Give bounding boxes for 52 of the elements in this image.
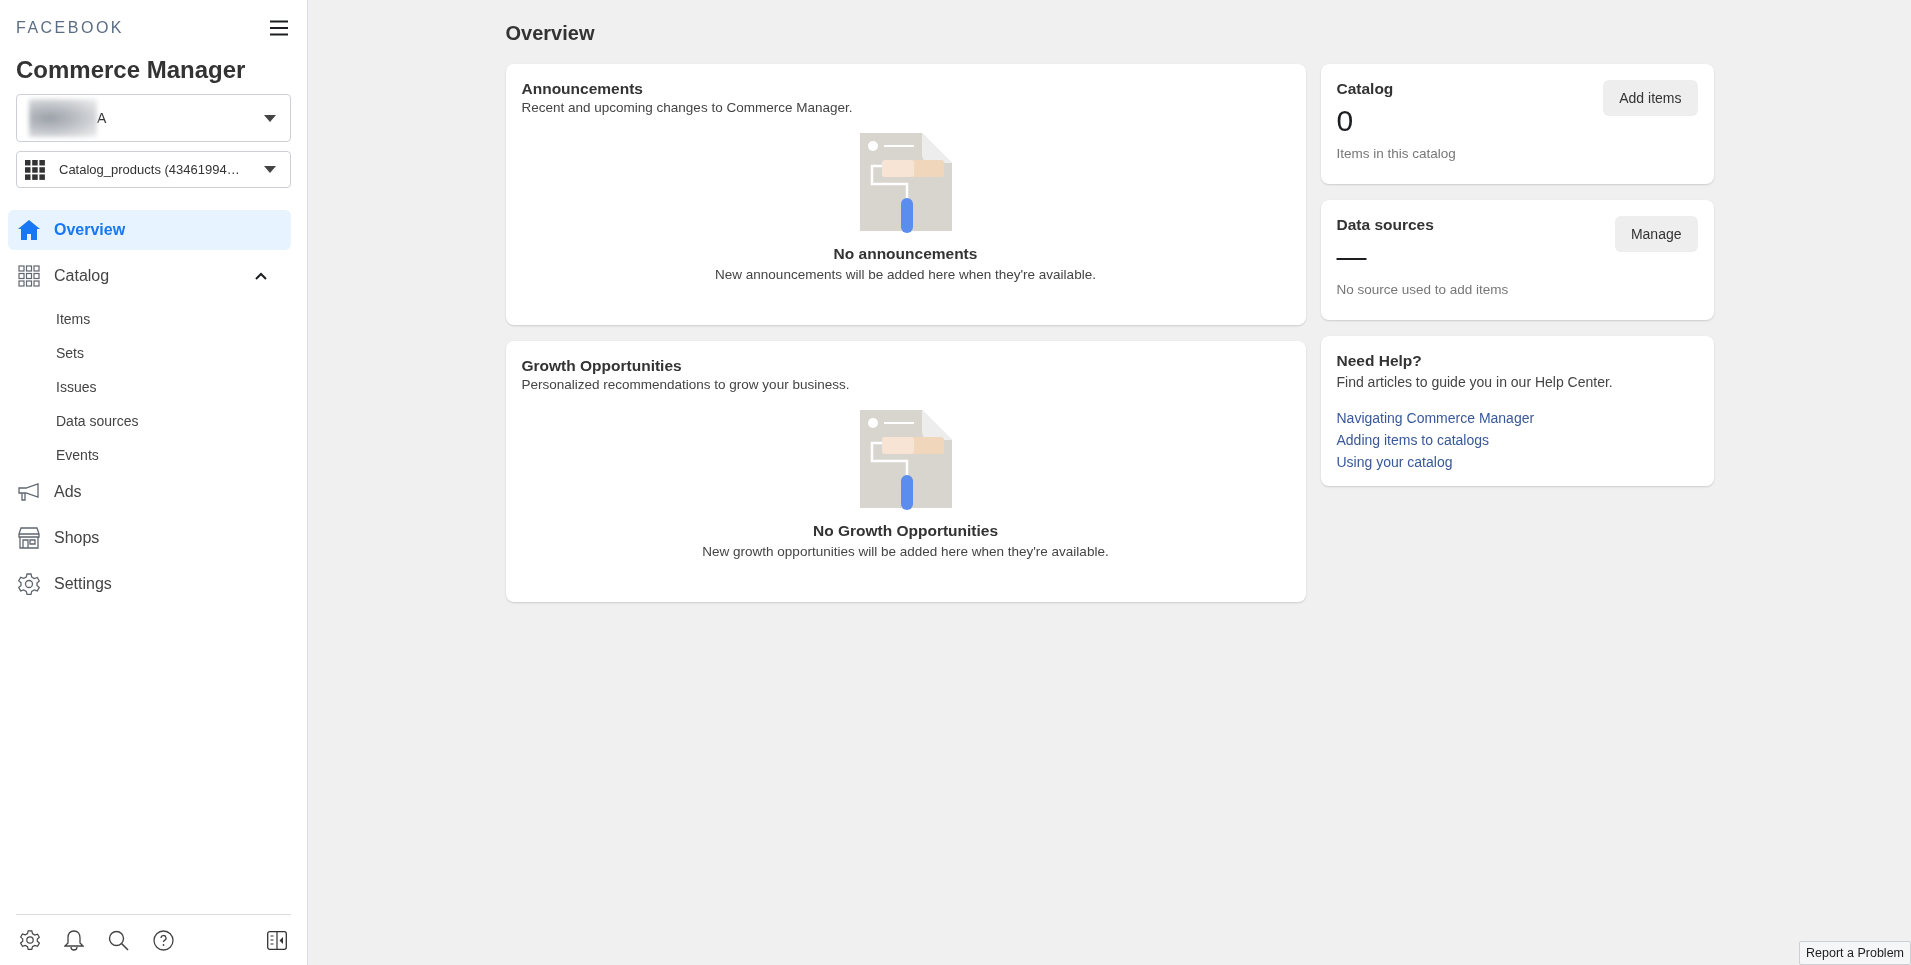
help-icon[interactable]	[153, 929, 174, 951]
stat-value: 0	[1336, 104, 1355, 139]
card-title: Data sources	[1336, 216, 1435, 234]
nav-item[interactable]: Shops	[8, 518, 291, 558]
card-title: Need Help?	[1336, 352, 1423, 370]
nav-item[interactable]: Overview	[8, 210, 291, 250]
empty-state-title: No announcements	[833, 245, 978, 263]
card-subtitle: Recent and upcoming changes to Commerce Manager.	[521, 100, 854, 115]
caret-icon	[264, 114, 276, 122]
help-link[interactable]: Adding items to catalogs	[1336, 432, 1490, 448]
avatar-placeholder	[29, 99, 97, 137]
card-action-button[interactable]: Add items	[1603, 80, 1698, 116]
account-dropdown[interactable]: A	[16, 94, 291, 142]
nav-subitem[interactable]: Items	[8, 302, 291, 336]
help-link[interactable]: Navigating Commerce Manager	[1336, 410, 1535, 426]
card-title: Announcements	[521, 80, 644, 98]
card-action-button[interactable]: Manage	[1614, 216, 1698, 252]
nav-item[interactable]: Catalog	[8, 256, 291, 296]
caret-icon	[264, 166, 276, 173]
grid-icon	[25, 159, 45, 180]
grid-icon	[18, 265, 40, 287]
card-title: Catalog	[1336, 80, 1395, 98]
catalog-dropdown[interactable]: Catalog_products (43461994…	[16, 151, 291, 188]
nav-subitem[interactable]: Events	[8, 438, 291, 472]
report-problem-button[interactable]: Report a Problem	[1799, 941, 1911, 965]
storefront-icon	[18, 527, 40, 549]
stat-caption: No source used to add items	[1336, 282, 1510, 297]
nav-subitem[interactable]: Issues	[8, 370, 291, 404]
brand-logo: FACEBOOK	[16, 19, 125, 37]
menu-icon[interactable]	[269, 20, 289, 36]
stat-caption: Items in this catalog	[1336, 146, 1457, 161]
nav-item[interactable]: Settings	[8, 564, 291, 604]
nav-subitem[interactable]: Sets	[8, 336, 291, 370]
megaphone-icon	[18, 483, 40, 501]
home-icon	[18, 220, 40, 240]
search-icon[interactable]	[108, 929, 129, 951]
settings-icon[interactable]	[20, 930, 40, 950]
page-title: Overview	[505, 22, 596, 45]
help-link[interactable]: Using your catalog	[1336, 454, 1453, 470]
empty-state-text: New announcements will be added here when they're available.	[715, 267, 1096, 282]
settings-icon	[18, 573, 40, 595]
nav-item[interactable]: Ads	[8, 472, 291, 512]
nav-subitem[interactable]: Data sources	[8, 404, 291, 438]
card-subtitle: Find articles to guide you in our Help Center.	[1336, 374, 1614, 390]
empty-state-title: No Growth Opportunities	[812, 522, 999, 540]
card-subtitle: Personalized recommendations to grow your business.	[521, 377, 851, 392]
notifications-icon[interactable]	[64, 929, 84, 951]
stat-value: —	[1336, 240, 1368, 275]
sidebar-toggle-icon[interactable]	[267, 930, 287, 950]
app-title: Commerce Manager	[16, 56, 247, 84]
empty-state-text: New growth opportunities will be added here when they're available.	[702, 544, 1109, 559]
card-title: Growth Opportunities	[521, 357, 683, 375]
